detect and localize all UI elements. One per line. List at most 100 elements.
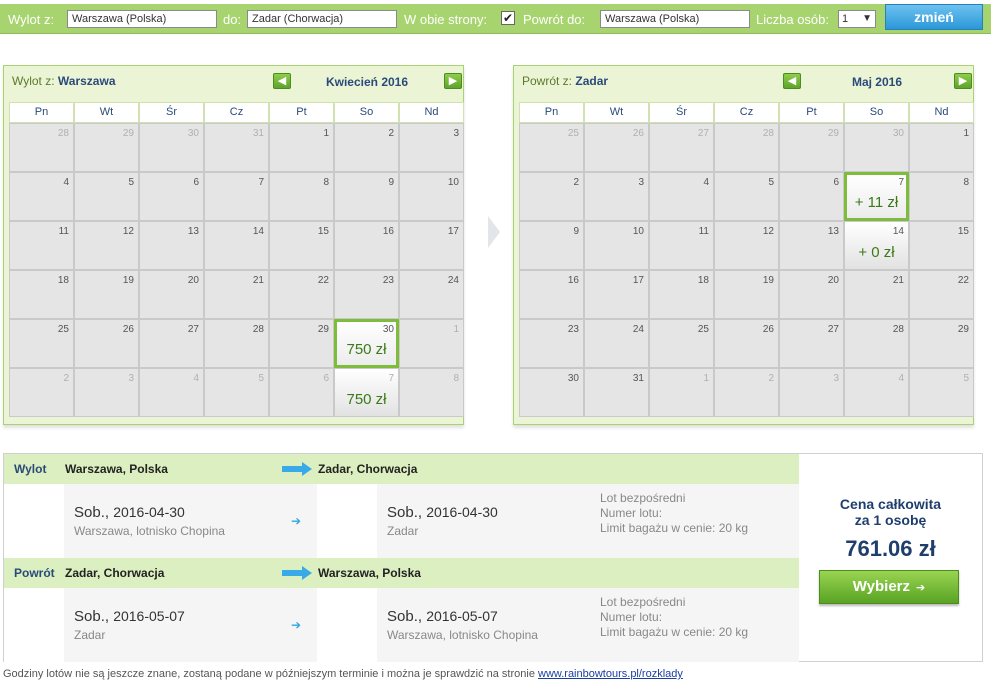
day-number: 14 (252, 226, 264, 237)
calendar-day-available[interactable]: 7 + 11 zł (844, 172, 909, 221)
day-number: 25 (697, 324, 709, 335)
arrow-left-icon: ◀ (787, 75, 797, 87)
day-number: 29 (317, 324, 329, 335)
calendar-day: 28 (714, 123, 779, 172)
departure-date: Sob., 2016-05-07 (74, 608, 185, 625)
calendar-day: 22 (909, 270, 974, 319)
flight-summary: Wylot Warszawa, Polska Zadar, Chorwacja … (3, 453, 983, 662)
calendar-day: 27 (139, 319, 204, 368)
calendar-day-available[interactable]: 14 + 0 zł (844, 221, 909, 270)
day-number: 18 (697, 275, 709, 286)
calendar-header: Wylot z: Warszawa ◀ Kwiecień 2016 ▶ (4, 66, 463, 96)
day-number: 29 (827, 128, 839, 139)
arrow-right-icon: ▶ (958, 75, 968, 87)
departure-date: Sob., 2016-04-30 (74, 504, 185, 521)
day-number: 22 (957, 275, 969, 286)
day-number: 13 (827, 226, 839, 237)
departure-place: Zadar (74, 628, 106, 642)
outbound-segment-header: Wylot Warszawa, Polska Zadar, Chorwacja (4, 454, 799, 484)
schedule-link[interactable]: www.rainbowtours.pl/rozklady (538, 668, 683, 680)
select-button[interactable]: Wybierz ➔ (819, 570, 959, 604)
calendar-day: 25 (9, 319, 74, 368)
weekday-header: Śr (139, 102, 204, 123)
persons-select[interactable]: 1 ▼ (838, 10, 876, 28)
segment-to: Zadar, Chorwacja (318, 462, 418, 476)
weekday-header: Śr (649, 102, 714, 123)
calendar-day: 29 (909, 319, 974, 368)
departure-place: Warszawa, lotnisko Chopina (74, 524, 225, 538)
to-input[interactable]: Zadar (Chorwacja) (247, 10, 397, 28)
return-segment-details: Sob., 2016-05-07 Zadar ➔ Sob., 2016-05-0… (4, 588, 799, 662)
weekday-header: Pn (9, 102, 74, 123)
day-number: 20 (187, 275, 199, 286)
day-number: 12 (122, 226, 134, 237)
calendar-header: Powrót z: Zadar ◀ Maj 2016 ▶ (514, 66, 973, 96)
calendar-day: 19 (714, 270, 779, 319)
calendar-day: 3 (399, 123, 464, 172)
calendar-day: 20 (139, 270, 204, 319)
prev-month-button[interactable]: ◀ (273, 73, 291, 89)
from-label: Wylot z: (8, 12, 55, 27)
chevron-right-icon (488, 216, 500, 248)
calendar-day: 5 (74, 172, 139, 221)
calendar-day: 29 (74, 123, 139, 172)
weekday-header: Cz (204, 102, 269, 123)
prev-month-button[interactable]: ◀ (783, 73, 801, 89)
day-number: 4 (63, 177, 69, 188)
departure-block (64, 588, 317, 662)
flight-info: Lot bezpośredni Numer lotu: Limit bagażu… (600, 595, 749, 639)
calendar-day: 26 (714, 319, 779, 368)
persons-value: 1 (842, 13, 849, 25)
next-month-button[interactable]: ▶ (444, 73, 462, 89)
day-number: 13 (187, 226, 199, 237)
day-number: 22 (317, 275, 329, 286)
from-input[interactable]: Warszawa (Polska) (67, 10, 217, 28)
outbound-segment-details: Sob., 2016-04-30 Warszawa, lotnisko Chop… (4, 484, 799, 558)
return-input[interactable]: Warszawa (Polska) (600, 10, 750, 28)
day-number: 20 (827, 275, 839, 286)
day-number: 24 (447, 275, 459, 286)
day-number: 31 (252, 128, 264, 139)
calendar-day: 15 (269, 221, 334, 270)
next-month-button[interactable]: ▶ (954, 73, 972, 89)
calendar-day: 16 (334, 221, 399, 270)
calendar-day: 8 (269, 172, 334, 221)
day-number: 30 (382, 324, 394, 335)
calendar-day: 6 (779, 172, 844, 221)
calendar-title: Powrót z: Zadar (522, 74, 609, 88)
flight-info: Lot bezpośredni Numer lotu: Limit bagażu… (600, 491, 749, 535)
day-number: 21 (892, 275, 904, 286)
month-label: Kwiecień 2016 (325, 75, 409, 89)
search-bar: Wylot z: Warszawa (Polska) do: Zadar (Ch… (0, 4, 991, 34)
calendar-day: 3 (779, 368, 844, 417)
day-number: 28 (57, 128, 69, 139)
segment-from: Warszawa, Polska (65, 462, 168, 476)
arrival-place: Warszawa, lotnisko Chopina (387, 628, 538, 642)
day-number: 6 (323, 373, 329, 384)
calendar-day: 15 (909, 221, 974, 270)
calendar-day: 2 (334, 123, 399, 172)
calendar-day: 29 (779, 123, 844, 172)
calendar-day-available[interactable]: 30 750 zł (334, 319, 399, 368)
change-button[interactable]: zmień (885, 4, 983, 30)
weekday-header: So (844, 102, 909, 123)
calendar-day-available[interactable]: 7 750 zł (334, 368, 399, 417)
day-number: 28 (252, 324, 264, 335)
price-title: Cena całkowita za 1 osobę (839, 496, 942, 528)
day-number: 16 (382, 226, 394, 237)
day-number: 27 (827, 324, 839, 335)
day-number: 25 (57, 324, 69, 335)
day-number: 5 (258, 373, 264, 384)
day-number: 1 (963, 128, 969, 139)
day-number: 19 (122, 275, 134, 286)
weekday-header: Pn (519, 102, 584, 123)
day-number: 23 (567, 324, 579, 335)
calendar-day: 25 (649, 319, 714, 368)
roundtrip-checkbox[interactable]: ✔ (501, 11, 515, 25)
calendar-day: 30 (844, 123, 909, 172)
day-number: 16 (567, 275, 579, 286)
calendar-day: 21 (204, 270, 269, 319)
day-number: 3 (128, 373, 134, 384)
day-number: 4 (703, 177, 709, 188)
arrow-right-icon: ▶ (448, 75, 458, 87)
